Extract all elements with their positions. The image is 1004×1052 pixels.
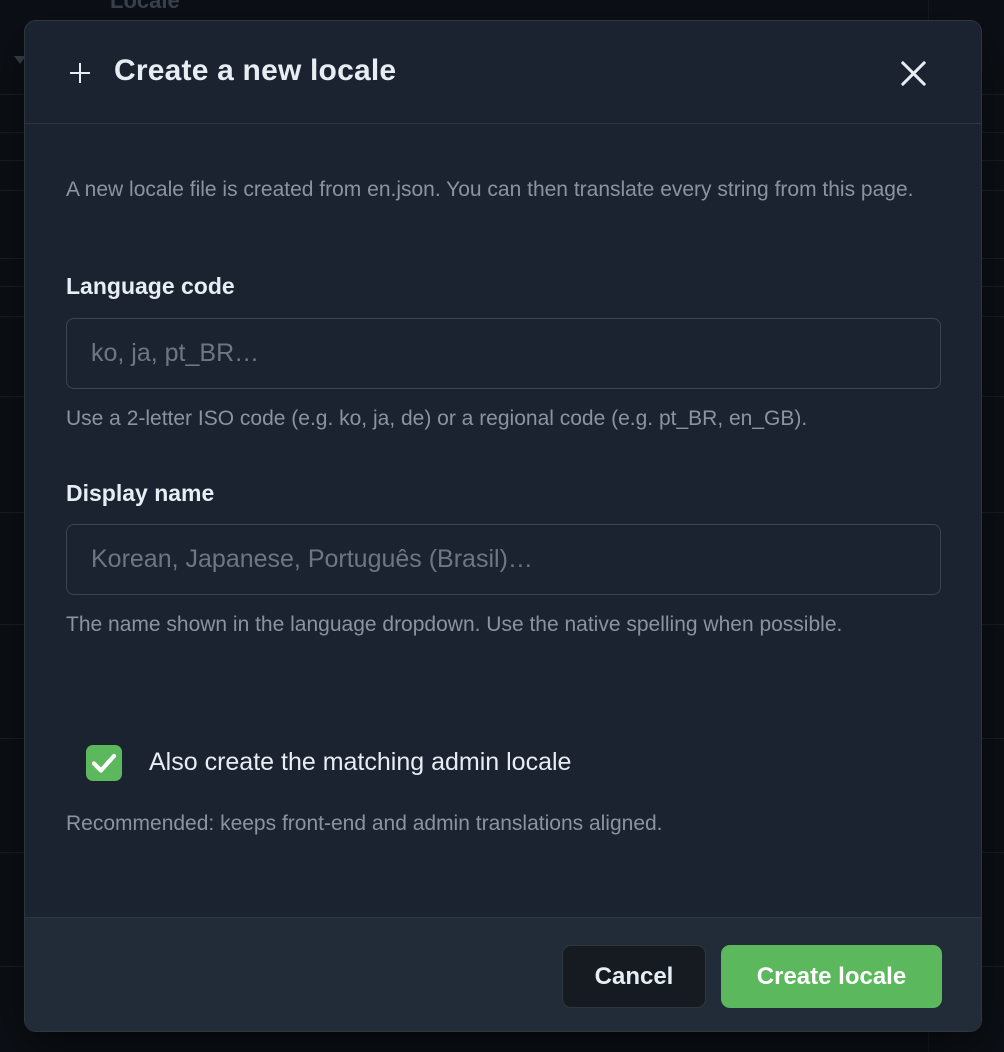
- dialog-title: Create a new locale: [114, 54, 397, 87]
- dialog-footer: Cancel Create locale: [25, 917, 981, 1031]
- dialog-header: Create a new locale: [25, 21, 981, 124]
- background-page-title: Locale: [110, 0, 180, 13]
- checkmark-icon: [91, 753, 117, 773]
- dialog-description: A new locale file is created from en.jso…: [66, 178, 914, 201]
- language-code-label: Language code: [66, 273, 235, 299]
- language-code-help: Use a 2-letter ISO code (e.g. ko, ja, de…: [66, 407, 808, 430]
- display-name-input[interactable]: [66, 524, 941, 595]
- cancel-button[interactable]: Cancel: [562, 945, 706, 1008]
- plus-icon: [68, 61, 92, 85]
- display-name-label: Display name: [66, 480, 215, 506]
- create-locale-dialog: Create a new locale A new locale file is…: [24, 20, 982, 1032]
- create-locale-button[interactable]: Create locale: [721, 945, 942, 1008]
- admin-locale-checkbox[interactable]: [86, 745, 122, 781]
- admin-locale-label[interactable]: Also create the matching admin locale: [149, 748, 571, 777]
- language-code-input[interactable]: [66, 318, 941, 389]
- close-icon[interactable]: [891, 51, 935, 95]
- admin-locale-help: Recommended: keeps front-end and admin t…: [66, 812, 663, 835]
- display-name-help: The name shown in the language dropdown.…: [66, 613, 843, 636]
